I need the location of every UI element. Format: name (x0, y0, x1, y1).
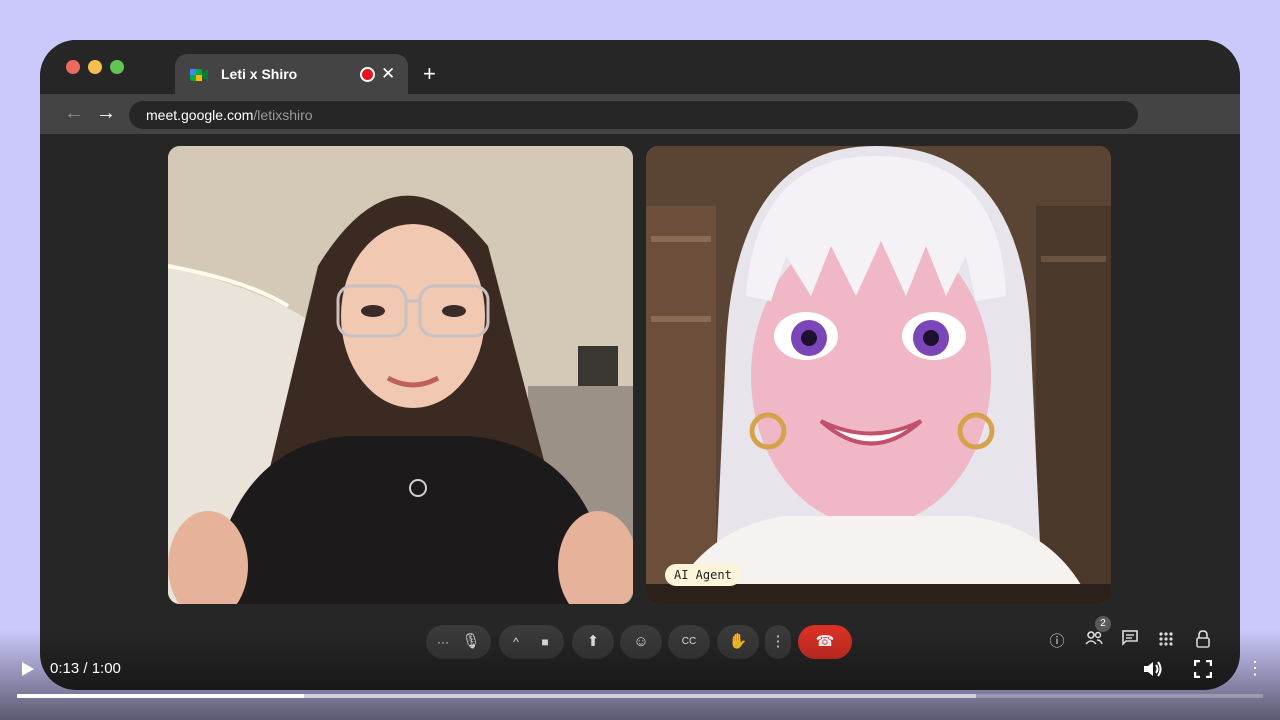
fullscreen-icon[interactable] (1194, 660, 1212, 678)
progress-played (17, 694, 304, 698)
url-path: /letixshiro (253, 107, 313, 123)
participant-tile-ai-agent: AI Agent (646, 146, 1111, 604)
play-icon[interactable] (18, 660, 36, 678)
browser-window: Leti x Shiro ✕ + ← → meet.google.com/let… (40, 40, 1240, 690)
meet-logo-icon (190, 69, 208, 81)
participant-name-chip: AI Agent (665, 564, 741, 586)
new-tab-icon[interactable]: + (423, 60, 436, 88)
back-arrow-icon[interactable]: ← (64, 102, 84, 125)
url-host: meet.google.com (146, 107, 254, 123)
close-icon[interactable]: ✕ (381, 64, 395, 84)
player-controls-shade (0, 630, 1280, 720)
webcam-video-image (168, 146, 633, 604)
tab-title: Leti x Shiro (221, 66, 298, 82)
recording-dot-icon (360, 67, 375, 82)
avatar-video-image (646, 146, 1111, 604)
title-bar: Leti x Shiro ✕ + (40, 40, 1240, 96)
player-more-icon[interactable]: ⋮ (1246, 657, 1264, 679)
address-bar[interactable]: meet.google.com/letixshiro (129, 101, 1138, 129)
maximize-window-button[interactable] (110, 60, 124, 74)
forward-arrow-icon[interactable]: → (96, 102, 116, 125)
volume-icon[interactable] (1142, 659, 1164, 679)
time-display: 0:13 / 1:00 (50, 660, 121, 677)
minimize-window-button[interactable] (88, 60, 102, 74)
progress-bar[interactable] (17, 694, 1263, 698)
close-window-button[interactable] (66, 60, 80, 74)
navigation-bar: ← → meet.google.com/letixshiro (40, 94, 1240, 134)
participant-tile-webcam (168, 146, 633, 604)
browser-tab[interactable]: Leti x Shiro ✕ (175, 54, 408, 96)
